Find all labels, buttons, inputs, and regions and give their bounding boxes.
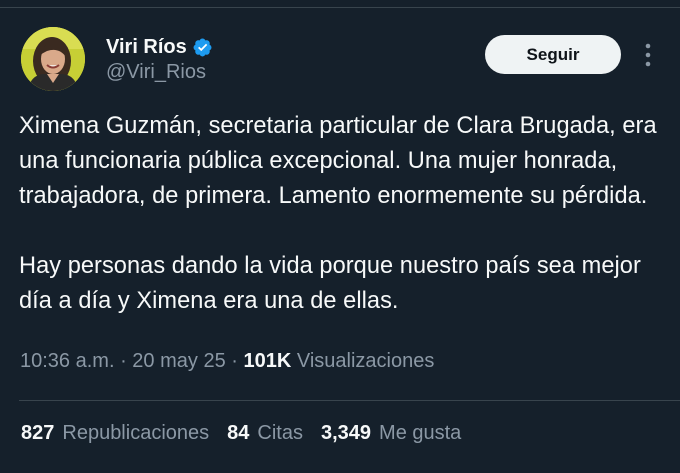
- top-divider: [0, 0, 680, 8]
- likes-stat[interactable]: 3,349 Me gusta: [321, 419, 461, 447]
- likes-count: 3,349: [320, 422, 372, 444]
- tweet-meta: 10:36 a.m. · 20 may 25 · 101K Visualizac…: [20, 347, 434, 375]
- reposts-stat[interactable]: 827 Republicaciones: [21, 419, 209, 447]
- views-label: Visualizaciones: [296, 350, 435, 372]
- tweet-stats: 827 Republicaciones 84 Citas 3,349 Me gu…: [21, 419, 479, 447]
- author-name-row: Viri Ríos: [106, 36, 213, 58]
- meta-separator: ·: [114, 350, 133, 372]
- author-name[interactable]: Viri Ríos: [106, 36, 187, 58]
- reposts-label: Republicaciones: [62, 422, 210, 444]
- author-handle[interactable]: @Viri_Rios: [106, 60, 206, 84]
- more-dots-icon[interactable]: [638, 40, 658, 70]
- tweet: Viri Ríos @Viri_Rios Seguir Ximena Guzmá…: [0, 0, 680, 473]
- tweet-time[interactable]: 10:36 a.m.: [20, 350, 115, 372]
- quotes-stat[interactable]: 84 Citas: [227, 419, 303, 447]
- avatar[interactable]: [21, 27, 85, 91]
- likes-label: Me gusta: [379, 422, 462, 444]
- reposts-count: 827: [21, 422, 55, 444]
- quotes-count: 84: [227, 422, 250, 444]
- tweet-paragraph-2: Hay personas dando la vida porque nuestr…: [19, 253, 641, 314]
- meta-separator: ·: [225, 350, 244, 372]
- tweet-text: Ximena Guzmán, secretaria particular de …: [19, 109, 659, 319]
- tweet-paragraph-1: Ximena Guzmán, secretaria particular de …: [19, 113, 657, 209]
- stats-divider: [19, 400, 680, 401]
- quotes-label: Citas: [257, 422, 303, 444]
- follow-button[interactable]: Seguir: [485, 35, 621, 74]
- verified-badge-icon: [193, 38, 212, 56]
- views-count: 101K: [243, 350, 292, 372]
- tweet-date[interactable]: 20 may 25: [132, 350, 225, 372]
